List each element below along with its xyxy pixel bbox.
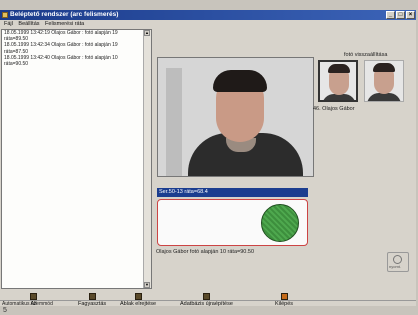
photo-restore-label: fotó visszaállítása (344, 52, 388, 58)
freeze-icon (88, 293, 96, 300)
close-button[interactable]: × (406, 11, 415, 19)
print-label: nyomt. (389, 264, 402, 269)
menu-bar: Fájl Beállítás Felismerési ráta (0, 20, 416, 28)
result-header: Ser.50-13 ráta=68.4 (157, 188, 308, 197)
print-icon (393, 255, 402, 264)
camera-feed (157, 57, 314, 177)
photo-hair (328, 64, 350, 73)
event-log[interactable]: 18.05.1999 13:42:19 Olajos Gábor : fotó … (1, 29, 152, 289)
title-bar: Beléptető rendszer (arc felismerés) _ □ … (0, 10, 416, 20)
exit-icon (280, 293, 288, 300)
app-icon (2, 12, 8, 18)
minimize-button[interactable]: _ (386, 11, 395, 19)
photo-body (367, 93, 401, 101)
menu-file[interactable]: Fájl (4, 21, 13, 27)
scroll-down-icon[interactable]: ▼ (144, 282, 150, 288)
log-line: ráta=90.50 (4, 61, 29, 68)
database-icon (202, 293, 210, 300)
stop-icon (30, 293, 37, 300)
log-scrollbar[interactable]: ▲ ▼ (143, 30, 151, 288)
matched-photo[interactable] (318, 60, 358, 102)
scroll-up-icon[interactable]: ▲ (144, 30, 150, 36)
menu-settings[interactable]: Beállítás (18, 21, 39, 27)
photo-body (322, 94, 356, 100)
hide-window-icon (134, 293, 142, 300)
person-hair (213, 70, 267, 92)
result-panel (157, 199, 308, 246)
corner-number: 5 (3, 307, 7, 314)
maximize-button[interactable]: □ (396, 11, 405, 19)
photo-caption: 46. Olajos Gábor (313, 106, 355, 112)
print-button[interactable]: nyomt. (387, 252, 409, 272)
status-bar: Automatikus üzemmód (0, 300, 416, 307)
camera-background (166, 68, 182, 176)
menu-recognition-rate[interactable]: Felismerési ráta (45, 21, 84, 27)
app-window: Beléptető rendszer (arc felismerés) _ □ … (0, 10, 416, 307)
result-caption: Olajos Gábor fotó alapján 10 ráta=90.50 (156, 249, 254, 255)
window-title: Beléptető rendszer (arc felismerés) (10, 11, 119, 18)
reference-photo[interactable] (364, 60, 404, 102)
match-indicator-icon (261, 204, 299, 242)
photo-hair (373, 63, 395, 72)
